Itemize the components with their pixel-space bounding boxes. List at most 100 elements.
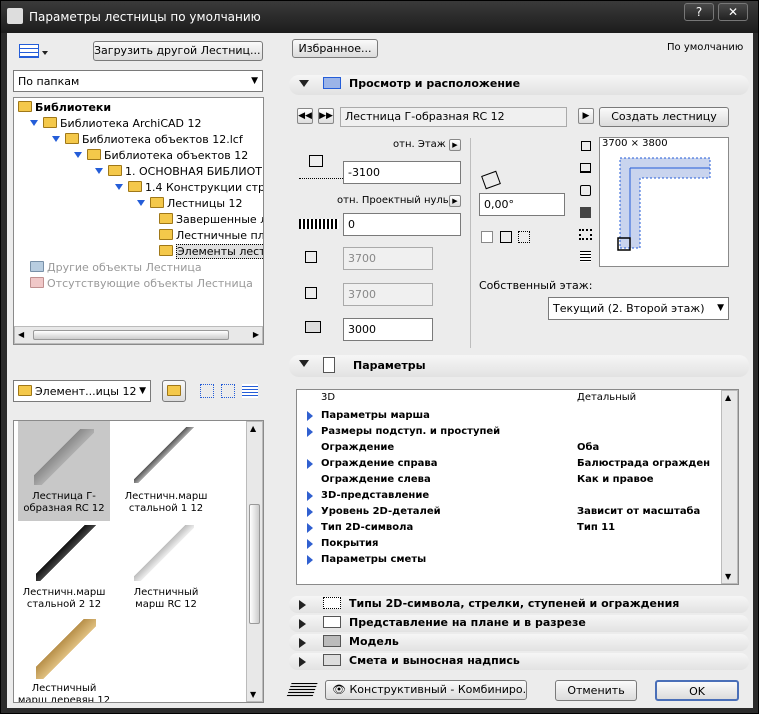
param-row[interactable]: Параметры марша bbox=[297, 408, 717, 424]
param-name: Тип 2D-символа bbox=[321, 522, 414, 533]
angle-input[interactable]: 0,00° bbox=[479, 193, 565, 216]
axon-view-icon[interactable] bbox=[580, 185, 591, 196]
expand-arrow-icon[interactable] bbox=[95, 168, 103, 174]
param-row[interactable]: Параметры сметы bbox=[297, 552, 717, 568]
section-header-2d-symbol[interactable]: Типы 2D-символа, стрелки, ступеней и огр… bbox=[289, 596, 749, 613]
folder-icon bbox=[18, 385, 32, 396]
params-vertical-scrollbar[interactable]: ▲ ▼ bbox=[721, 390, 738, 584]
load-library-button[interactable]: Загрузить другой Лестниц... ▶ bbox=[93, 41, 263, 61]
expand-arrow-icon[interactable] bbox=[115, 184, 123, 190]
project-zero-input[interactable]: 0 bbox=[343, 213, 461, 236]
length-icon bbox=[305, 287, 317, 299]
tree-item[interactable]: Библиотеки bbox=[18, 100, 111, 116]
thumbs-vertical-scrollbar[interactable]: ▲ ▼ bbox=[246, 421, 263, 702]
tree-item[interactable]: Библиотека ArchiCAD 12 bbox=[30, 116, 202, 132]
param-row[interactable]: Ограждение справа Балюстрада огражден bbox=[297, 456, 717, 472]
param-row[interactable]: Размеры подступ. и проступей bbox=[297, 424, 717, 440]
list-view-icon[interactable] bbox=[17, 42, 48, 60]
favorites-button[interactable]: Избранное... bbox=[292, 39, 378, 58]
tree-item[interactable]: 1. ОСНОВНАЯ БИБЛИОТЕКА bbox=[95, 164, 263, 180]
expand-arrow-icon[interactable] bbox=[307, 555, 313, 565]
param-row[interactable]: Ограждение слева Как и правое bbox=[297, 472, 717, 488]
section-header-view-placement[interactable]: Просмотр и расположение bbox=[289, 75, 749, 95]
folder-up-icon[interactable] bbox=[162, 380, 186, 402]
folder-icon bbox=[159, 245, 173, 256]
floor-plan-icon bbox=[323, 616, 341, 628]
param-name: Размеры подступ. и проступей bbox=[321, 426, 501, 437]
object-menu-button[interactable]: ▶ bbox=[578, 108, 594, 124]
tree-item-label: Лестницы 12 bbox=[167, 197, 243, 210]
param-row[interactable]: Ограждение Оба bbox=[297, 440, 717, 456]
stair-plan-preview bbox=[617, 157, 711, 251]
thumb-caption: Лестничн.марш стальной 2 12 bbox=[22, 587, 106, 610]
cancel-button[interactable]: Отменить bbox=[555, 680, 637, 701]
tree-item[interactable]: Библиотека объектов 12.lcf bbox=[52, 132, 243, 148]
next-object-button[interactable]: ▶▶ bbox=[318, 108, 334, 124]
expand-arrow-icon[interactable] bbox=[137, 200, 145, 206]
section-header-listing[interactable]: Смета и выносная надпись bbox=[289, 653, 749, 670]
mirror-y-icon[interactable] bbox=[518, 231, 530, 243]
expand-arrow-icon[interactable] bbox=[307, 539, 313, 549]
app-icon bbox=[7, 8, 23, 24]
project-zero-menu[interactable]: ▶ bbox=[449, 195, 461, 207]
param-row[interactable]: Тип 2D-символа Тип 11 bbox=[297, 520, 717, 536]
film-view-icon[interactable] bbox=[579, 229, 592, 240]
tree-item[interactable]: Завершенные л bbox=[159, 212, 263, 228]
section-title: Модель bbox=[349, 635, 399, 648]
expand-arrow-icon[interactable] bbox=[307, 491, 313, 501]
expand-triangle bbox=[299, 657, 306, 667]
section-header-parameters[interactable]: Параметры bbox=[289, 355, 749, 377]
mirror-none-checkbox[interactable] bbox=[481, 231, 493, 243]
tree-item-label: Другие объекты Лестница bbox=[47, 261, 202, 274]
expand-arrow-icon[interactable] bbox=[307, 523, 313, 533]
help-button[interactable]: ? bbox=[684, 3, 714, 21]
height-input[interactable]: 3000 bbox=[343, 318, 433, 341]
close-button[interactable]: ✕ bbox=[718, 3, 748, 21]
expand-arrow-icon[interactable] bbox=[307, 411, 313, 421]
solid-view-icon[interactable] bbox=[580, 207, 591, 218]
tree-item[interactable]: Лестницы 12 bbox=[137, 196, 243, 212]
section-header-model[interactable]: Модель bbox=[289, 634, 749, 651]
param-row[interactable]: 3D-представление bbox=[297, 488, 717, 504]
create-stair-button[interactable]: Создать лестницу bbox=[599, 107, 729, 127]
ok-button[interactable]: OK bbox=[655, 680, 739, 701]
list-view-small-icon[interactable] bbox=[580, 251, 591, 262]
tree-item[interactable]: 1.4 Конструкции строит bbox=[115, 180, 263, 196]
tree-item[interactable]: Лестничные пл bbox=[159, 228, 263, 244]
section-header-floor-plan[interactable]: Представление на плане и в разрезе bbox=[289, 615, 749, 632]
home-story-select[interactable]: Текущий (2. Второй этаж) ▼ bbox=[548, 297, 729, 320]
param-row[interactable]: Покрытия bbox=[297, 536, 717, 552]
layer-icon bbox=[286, 683, 318, 697]
expand-arrow-icon[interactable] bbox=[307, 427, 313, 437]
tree-item[interactable]: Элементы лест bbox=[159, 244, 263, 260]
stair-thumbnail-icon[interactable] bbox=[134, 427, 194, 483]
expand-arrow-icon[interactable] bbox=[307, 507, 313, 517]
param-row[interactable]: Уровень 2D-деталей Зависит от масштаба bbox=[297, 504, 717, 520]
expand-arrow-icon[interactable] bbox=[307, 459, 313, 469]
story-ref-input[interactable]: -3100 bbox=[343, 161, 461, 184]
stair-thumbnail-icon[interactable] bbox=[36, 525, 96, 581]
layer-select[interactable]: 👁 Конструктивный - Комбиниро... ▶ bbox=[325, 680, 527, 700]
tree-item[interactable]: Другие объекты Лестница bbox=[30, 260, 202, 276]
param-value: Как и правое bbox=[577, 474, 654, 485]
tree-item[interactable]: Отсутствующие объекты Лестница bbox=[30, 276, 253, 292]
tree-horizontal-scrollbar[interactable]: ◀ ▶ bbox=[14, 326, 263, 344]
large-thumbnails-icon[interactable] bbox=[200, 384, 214, 398]
expand-arrow-icon[interactable] bbox=[74, 152, 82, 158]
small-thumbnails-icon[interactable] bbox=[221, 384, 235, 398]
front-view-icon[interactable] bbox=[580, 163, 591, 173]
list-mode-icon[interactable] bbox=[242, 384, 258, 398]
folder-select[interactable]: Элемент...ицы 12 ▼ bbox=[13, 380, 151, 402]
prev-object-button[interactable]: ◀◀ bbox=[297, 108, 313, 124]
plan-view-icon[interactable] bbox=[581, 141, 591, 151]
story-ref-menu[interactable]: ▶ bbox=[449, 139, 461, 151]
expand-arrow-icon[interactable] bbox=[52, 136, 60, 142]
params-header-left: 3D bbox=[321, 392, 336, 403]
tree-item[interactable]: Библиотека объектов 12 bbox=[74, 148, 248, 164]
mirror-x-icon[interactable] bbox=[500, 231, 512, 243]
folder-icon bbox=[18, 101, 32, 112]
stair-thumbnail-icon[interactable] bbox=[134, 525, 194, 581]
stair-thumbnail-icon[interactable] bbox=[36, 619, 96, 679]
view-mode-select[interactable]: По папкам ▼ bbox=[13, 70, 263, 92]
expand-arrow-icon[interactable] bbox=[30, 120, 38, 126]
